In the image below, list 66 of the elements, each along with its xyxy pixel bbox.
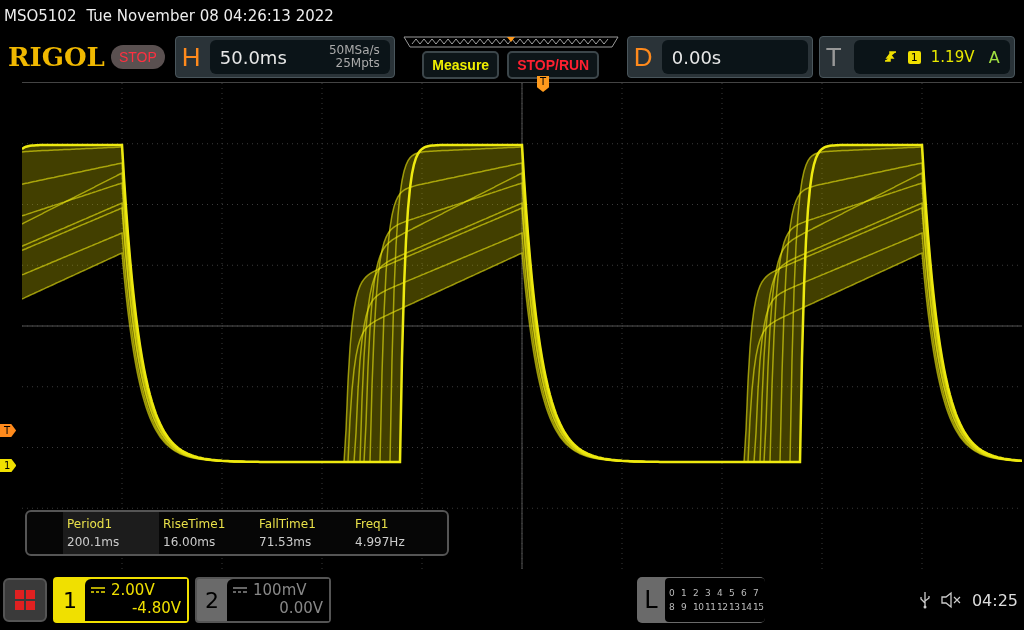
measure-button[interactable]: Measure [422,50,500,79]
measurement-value: 200.1ms [67,535,121,549]
menu-button[interactable] [3,578,47,622]
channel-marker: 1 [0,459,17,472]
trigger-label: T [825,41,843,73]
channel-scale: 2.00V [111,581,155,599]
clock-time: 04:25 [971,590,1018,610]
bit-label: 6 [741,588,748,598]
channel-number: 1 [62,587,78,613]
horizontal-label: H [181,41,202,73]
trigger-level-marker: T [0,424,17,437]
bit-label: 9 [681,602,688,612]
measurement-name: Period1 [67,517,114,531]
horizontal-panel[interactable]: H 50.0ms 50MSa/s 25Mpts [174,36,395,78]
bit-label: 7 [753,588,760,598]
measurement-item[interactable]: Freq1 4.997Hz [351,512,447,554]
bit-label: 1 [681,588,688,598]
speaker-muted-icon [939,591,962,609]
grid-icon [14,589,36,611]
channel-number: 2 [204,587,220,613]
channel-scale: 100mV [253,581,307,599]
trigger-mode: A [988,47,1000,67]
delay-panel[interactable]: D 0.00s [626,36,813,78]
model-name: MSO5102 [4,7,77,25]
measurement-name: Freq1 [355,517,390,531]
measurement-item[interactable]: RiseTime1 16.00ms [159,512,255,554]
measurement-value: 71.53ms [259,535,313,549]
bit-label: 10 [693,602,704,612]
run-status: STOP [110,45,165,69]
date-time: Tue November 08 04:26:13 2022 [86,7,334,25]
measurement-item[interactable]: FallTime1 71.53ms [255,512,351,554]
channel-offset: 0.00V [279,599,323,617]
bit-label: 15 [753,602,764,612]
trigger-source: 1 [907,50,921,64]
trigger-panel[interactable]: T 1 1.19V A [818,36,1015,78]
bit-label: 3 [705,588,712,598]
channel-button[interactable]: 1 2.00V -4.80V [53,577,189,623]
trigger-voltage: 1.19V [930,48,975,66]
logic-panel[interactable]: L 0 1 2 3 4 5 6 7 8 9 10 11 12 13 14 15 [637,577,765,623]
delay-label: D [633,41,654,73]
logic-label: L [643,586,659,614]
measurement-item[interactable]: Period1 200.1ms [63,512,159,554]
bit-label: 5 [729,588,736,598]
bit-label: 13 [729,602,740,612]
bit-label: 4 [717,588,724,598]
bit-label: 12 [717,602,728,612]
timebase-value: 50.0ms [219,46,287,68]
measurement-name: RiseTime1 [163,517,227,531]
measurement-value: 4.997Hz [355,535,406,549]
trigger-position-marker: T [537,76,550,92]
bit-label: 14 [741,602,752,612]
memory-position-icon [401,35,620,48]
delay-value: 0.00s [671,46,722,68]
dc-coupling-icon [233,587,247,593]
measurement-name: FallTime1 [259,517,317,531]
sample-rate: 50MSa/s [328,44,380,57]
dc-coupling-icon [91,587,105,593]
bit-label: 8 [669,602,676,612]
memory-depth: 25Mpts [335,57,380,70]
bit-label: 2 [693,588,700,598]
usb-icon [919,591,930,609]
measurement-value: 16.00ms [163,535,217,549]
bit-label: 0 [669,588,676,598]
brand-logo: RIGOL [8,42,105,72]
channel-offset: -4.80V [131,599,181,617]
channel-button[interactable]: 2 100mV 0.00V [195,577,331,623]
